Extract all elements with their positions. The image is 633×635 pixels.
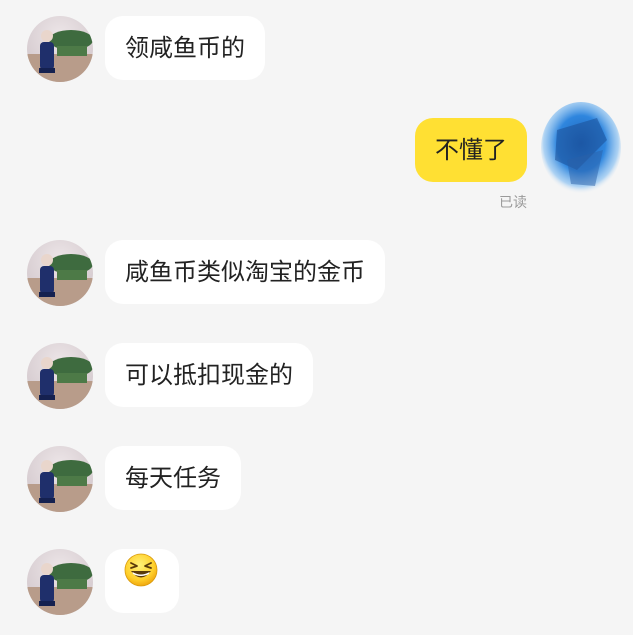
grinning-squinting-face-icon (123, 548, 159, 612)
message-bubble-incoming[interactable]: 领咸鱼币的 (105, 16, 265, 80)
contact-avatar[interactable] (27, 343, 93, 409)
contact-avatar-image (27, 563, 93, 615)
message-bubble-incoming[interactable]: 可以抵扣现金的 (105, 343, 313, 407)
message-text: 领咸鱼币的 (125, 34, 245, 62)
chat-thread: 领咸鱼币的 不懂了 已读 咸鱼币类似淘宝的金币 可以抵扣现金的 每天任务 (0, 0, 633, 635)
contact-avatar[interactable] (27, 446, 93, 512)
contact-avatar-image (27, 460, 93, 512)
contact-avatar-image (27, 30, 93, 82)
contact-avatar-image (27, 357, 93, 409)
message-text: 不懂了 (435, 136, 507, 164)
my-avatar[interactable] (537, 100, 621, 200)
message-text: 咸鱼币类似淘宝的金币 (125, 258, 365, 286)
message-bubble-incoming[interactable]: 每天任务 (105, 446, 241, 510)
message-bubble-incoming[interactable]: 咸鱼币类似淘宝的金币 (105, 240, 385, 304)
message-bubble-incoming[interactable] (105, 549, 179, 613)
read-status: 已读 (499, 195, 527, 211)
contact-avatar[interactable] (27, 240, 93, 306)
message-text: 可以抵扣现金的 (125, 361, 293, 389)
message-text: 每天任务 (125, 464, 221, 492)
contact-avatar[interactable] (27, 549, 93, 615)
contact-avatar[interactable] (27, 16, 93, 82)
message-bubble-outgoing[interactable]: 不懂了 (415, 118, 527, 182)
contact-avatar-image (27, 254, 93, 306)
blurred-avatar-image (541, 102, 621, 194)
